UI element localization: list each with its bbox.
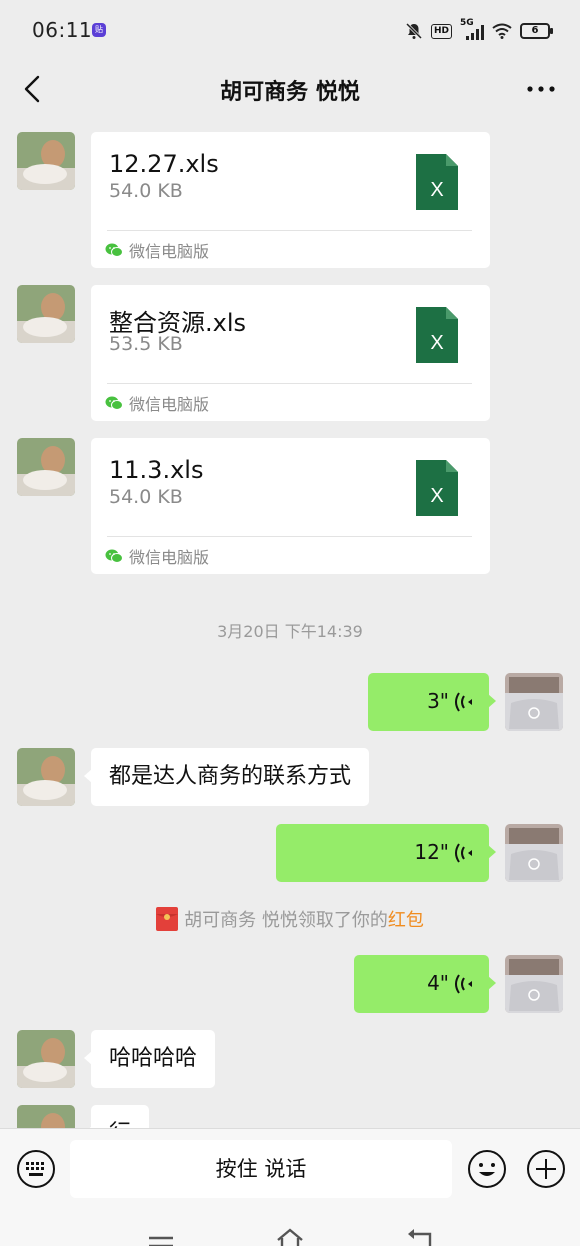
system-notice-text: 胡可商务 悦悦领取了你的 [184, 910, 388, 931]
menu-icon[interactable] [146, 1226, 176, 1246]
status-bar: 06:11 贴 HD 5G 6 [0, 0, 580, 60]
svg-text:X: X [430, 332, 443, 354]
voice-duration: 3" [427, 689, 449, 713]
voice-message[interactable]: 12" [276, 824, 496, 882]
text-message[interactable]: 都是达人商务的联系方式 [83, 748, 370, 806]
chat-header: 胡可商务 悦悦 [0, 60, 580, 124]
red-packet-link[interactable]: 红包 [388, 906, 424, 932]
file-source: 微信电脑版 [105, 544, 209, 568]
my-avatar[interactable] [505, 673, 563, 731]
voice-wave-icon [455, 692, 472, 712]
more-icon[interactable] [524, 74, 558, 104]
file-source-label: 微信电脑版 [129, 548, 210, 567]
svg-text:X: X [430, 179, 443, 201]
hd-icon: HD [430, 23, 452, 39]
file-size: 53.5 KB [109, 333, 183, 355]
file-size: 54.0 KB [109, 180, 183, 202]
input-bar: 按住 说话 [0, 1128, 580, 1208]
file-source-label: 微信电脑版 [129, 242, 210, 261]
contact-avatar[interactable] [17, 438, 75, 496]
plus-icon[interactable] [526, 1149, 566, 1189]
wechat-icon [105, 549, 123, 563]
message-list[interactable]: 12.27.xls 54.0 KB X 微信电脑版 整合资源.xls 53.5 … [0, 124, 580, 1128]
divider [107, 536, 472, 537]
contact-avatar[interactable] [17, 1030, 75, 1088]
contact-avatar[interactable] [17, 285, 75, 343]
file-name: 11.3.xls [109, 456, 204, 484]
battery-icon: 6 [520, 23, 553, 39]
notification-badge-icon: 贴 [92, 23, 106, 37]
text-message[interactable]: 哈哈哈哈 [83, 1030, 216, 1088]
file-message[interactable]: 整合资源.xls 53.5 KB X 微信电脑版 [91, 285, 490, 421]
hold-to-talk-button[interactable]: 按住 说话 [70, 1140, 452, 1198]
excel-file-icon: X [416, 307, 458, 363]
wechat-icon [105, 396, 123, 410]
message-timestamp: 3月20日 下午14:39 [217, 622, 363, 641]
voice-message[interactable]: 4" [354, 955, 496, 1013]
emoji-icon[interactable] [467, 1149, 507, 1189]
chat-title: 胡可商务 悦悦 [220, 80, 360, 105]
my-avatar[interactable] [505, 955, 563, 1013]
contact-avatar[interactable] [17, 748, 75, 806]
mute-bell-icon [405, 22, 423, 40]
system-nav-bar [0, 1208, 580, 1246]
back-nav-icon[interactable] [404, 1226, 434, 1246]
system-notice: 胡可商务 悦悦领取了你的 红包 [0, 906, 580, 932]
voice-wave-icon [455, 974, 472, 994]
wifi-icon [492, 23, 512, 39]
text-message[interactable]: 行 [83, 1105, 150, 1128]
my-avatar[interactable] [505, 824, 563, 882]
file-source-label: 微信电脑版 [129, 395, 210, 414]
cellular-signal-icon: 5G [460, 18, 484, 41]
excel-file-icon: X [416, 154, 458, 210]
file-source: 微信电脑版 [105, 238, 209, 262]
voice-duration: 4" [427, 971, 449, 995]
contact-avatar[interactable] [17, 132, 75, 190]
red-packet-icon [156, 907, 179, 931]
file-source: 微信电脑版 [105, 391, 209, 415]
voice-wave-icon [455, 843, 472, 863]
home-icon[interactable] [275, 1226, 305, 1246]
contact-avatar[interactable] [17, 1105, 75, 1128]
divider [107, 230, 472, 231]
divider [107, 383, 472, 384]
file-message[interactable]: 11.3.xls 54.0 KB X 微信电脑版 [91, 438, 490, 574]
voice-duration: 12" [414, 840, 449, 864]
voice-message[interactable]: 3" [368, 673, 496, 731]
file-message[interactable]: 12.27.xls 54.0 KB X 微信电脑版 [91, 132, 490, 268]
status-icons: HD 5G 6 [405, 18, 553, 42]
keyboard-icon[interactable] [16, 1149, 56, 1189]
status-time: 06:11 [32, 18, 93, 42]
file-name: 12.27.xls [109, 150, 219, 178]
excel-file-icon: X [416, 460, 458, 516]
file-size: 54.0 KB [109, 486, 183, 508]
svg-text:X: X [430, 485, 443, 507]
wechat-icon [105, 243, 123, 257]
